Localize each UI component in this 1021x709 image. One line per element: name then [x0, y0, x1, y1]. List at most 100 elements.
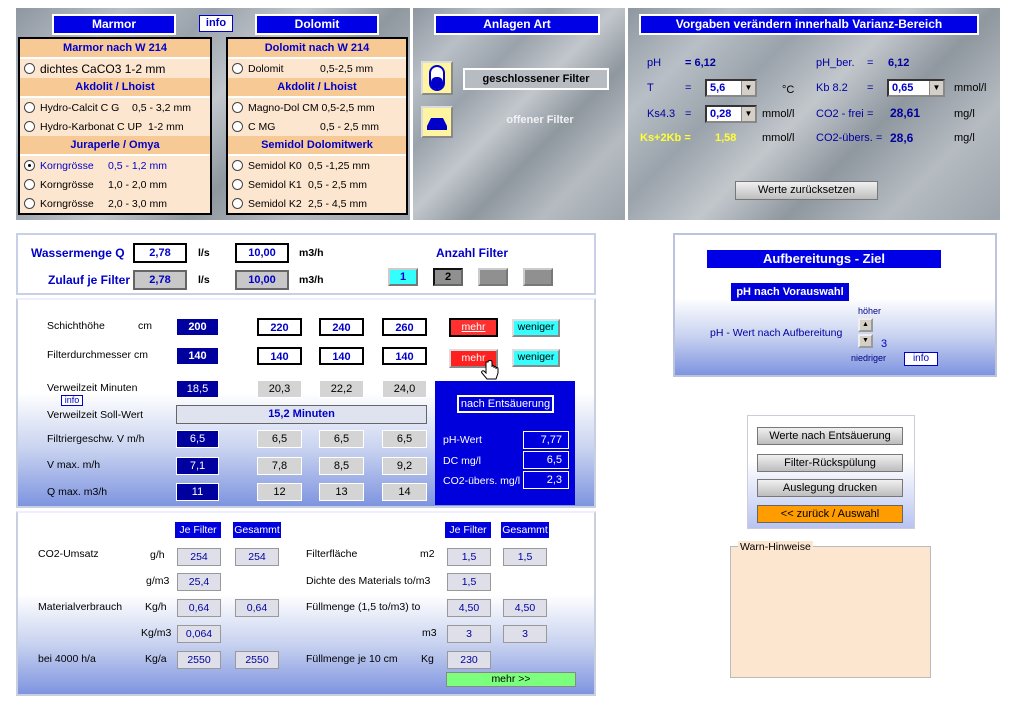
- wassermenge-label: Wassermenge Q: [31, 246, 125, 260]
- spin-up-icon[interactable]: ▲: [858, 318, 873, 332]
- radio-icon[interactable]: [24, 179, 35, 190]
- radio-icon[interactable]: [232, 198, 243, 209]
- co2ub-value: 28,6: [890, 131, 914, 145]
- fg-value-3: 6,5: [319, 430, 364, 448]
- sh-mehr-button[interactable]: mehr: [449, 318, 498, 337]
- m3-gesammt: 3: [503, 625, 547, 643]
- ks-eq: =: [685, 108, 692, 120]
- kskb-value: 1,58: [715, 132, 737, 144]
- qmax-label: Q max. m3/h: [47, 486, 108, 498]
- radio-icon[interactable]: [24, 102, 35, 113]
- akdolit-header-2: Akdolit / Lhoist: [228, 78, 406, 98]
- zurueck-auswahl-button[interactable]: << zurück / Auswahl: [757, 505, 903, 523]
- gm3-value: 25,4: [177, 573, 221, 591]
- juraperle-header: Juraperle / Omya: [20, 136, 210, 156]
- option-korngroesse-05[interactable]: Korngrösse 0,5 - 1,2 mm: [20, 156, 210, 175]
- co2umsatz-label: CO2-Umsatz: [38, 548, 99, 560]
- akdolit-header: Akdolit / Lhoist: [20, 78, 210, 98]
- dolomit-header: Dolomit nach W 214: [228, 39, 406, 59]
- wassermenge-m3h-field[interactable]: 10,00: [235, 243, 289, 263]
- radio-icon[interactable]: [232, 121, 243, 132]
- dropdown-arrow-icon[interactable]: ▼: [741, 107, 755, 121]
- durchmesser-label: Filterdurchmesser cm: [47, 349, 148, 361]
- co2frei-unit: mg/l: [954, 108, 975, 120]
- option-semidol-k1[interactable]: Semidol K1 0,5 - 2,5 mm: [228, 175, 406, 194]
- semidol-header: Semidol Dolomitwerk: [228, 136, 406, 156]
- anzahl-filter-label: Anzahl Filter: [436, 246, 509, 260]
- radio-icon[interactable]: [232, 102, 243, 113]
- warn-title: Warn-Hinweise: [738, 541, 813, 553]
- zulauf-label: Zulauf je Filter: [48, 273, 131, 287]
- filter-count-3[interactable]: [478, 268, 508, 286]
- niedriger-label: niedriger: [851, 353, 887, 363]
- option-semidol-k2[interactable]: Semidol K2 2,5 - 4,5 mm: [228, 194, 406, 213]
- cm-unit: cm: [138, 320, 152, 332]
- radio-icon[interactable]: [24, 63, 35, 74]
- warn-box: [730, 546, 931, 678]
- ziel-info-button[interactable]: info: [904, 352, 938, 366]
- tab-marmor[interactable]: Marmor: [52, 14, 176, 35]
- radio-selected-icon[interactable]: [24, 160, 35, 171]
- radio-icon[interactable]: [232, 160, 243, 171]
- bei-label: bei 4000 h/a: [38, 653, 96, 665]
- m3-unit: m3: [422, 627, 437, 639]
- kb-select[interactable]: 0,65 ▼: [887, 79, 945, 97]
- option-magno-dol[interactable]: Magno-Dol CM 0,5-2,5 mm: [228, 98, 406, 117]
- sh-value-1: 200: [176, 318, 219, 336]
- fd-weniger-button[interactable]: weniger: [512, 349, 560, 367]
- ls-unit: l/s: [198, 247, 210, 259]
- entsaeuerung-button[interactable]: nach Entsäuerung: [457, 395, 554, 413]
- open-filter-label[interactable]: offener Filter: [480, 114, 600, 126]
- vm-value-2: 7,8: [257, 457, 302, 475]
- auslegung-drucken-button[interactable]: Auslegung drucken: [757, 479, 903, 497]
- fu-je-filter: 4,50: [447, 599, 491, 617]
- info-tab[interactable]: info: [199, 15, 233, 32]
- ks-unit: mmol/l: [762, 108, 795, 120]
- ks-select[interactable]: 0,28 ▼: [705, 105, 757, 123]
- closed-filter-label[interactable]: geschlossener Filter: [463, 68, 609, 90]
- option-hydro-calcit[interactable]: Hydro-Calcit C G 0,5 - 3,2 mm: [20, 98, 210, 117]
- dropdown-arrow-icon[interactable]: ▼: [741, 81, 755, 95]
- option-dolomit[interactable]: Dolomit 0,5-2,5 mm: [228, 59, 406, 78]
- closed-filter-icon[interactable]: [421, 61, 453, 95]
- option-semidol-k0[interactable]: Semidol K0 0,5 -1,25 mm: [228, 156, 406, 175]
- radio-icon[interactable]: [232, 179, 243, 190]
- vz-value-4: 24,0: [382, 380, 427, 398]
- verweilzeit-info-button[interactable]: info: [61, 395, 83, 406]
- option-dichtes-caco3[interactable]: dichtes CaCO3 1-2 mm: [20, 59, 210, 78]
- m3h-unit-2: m3/h: [299, 274, 324, 286]
- filter-count-4[interactable]: [523, 268, 553, 286]
- filter-count-2[interactable]: 2: [433, 268, 463, 286]
- radio-icon[interactable]: [24, 198, 35, 209]
- gh-je-filter: 254: [177, 548, 221, 566]
- wassermenge-ls-field[interactable]: 2,78: [133, 243, 187, 263]
- t-eq: =: [685, 82, 692, 94]
- option-korngroesse-10[interactable]: Korngrösse 1,0 - 2,0 mm: [20, 175, 210, 194]
- gesammt-header-2: Gesammt: [501, 522, 549, 538]
- option-cmg[interactable]: C MG 0,5 - 2,5 mm: [228, 117, 406, 136]
- open-filter-icon[interactable]: [421, 106, 453, 138]
- option-korngroesse-20[interactable]: Korngrösse 2,0 - 3,0 mm: [20, 194, 210, 213]
- sh-weniger-button[interactable]: weniger: [512, 319, 560, 337]
- filter-rueckspuelung-button[interactable]: Filter-Rückspülung: [757, 454, 903, 472]
- tab-dolomit[interactable]: Dolomit: [255, 14, 379, 35]
- mehr-more-button[interactable]: mehr >>: [446, 672, 576, 687]
- fd-value-3: 140: [319, 347, 364, 365]
- ff-je-filter: 1,5: [447, 548, 491, 566]
- vz-value-1: 18,5: [176, 380, 219, 398]
- dropdown-arrow-icon[interactable]: ▼: [929, 81, 943, 95]
- option-hydro-karbonat[interactable]: Hydro-Karbonat C UP 1-2 mm: [20, 117, 210, 136]
- t-select[interactable]: 5,6 ▼: [705, 79, 757, 97]
- spin-down-icon[interactable]: ▼: [858, 334, 873, 348]
- werte-entsaeuerung-button[interactable]: Werte nach Entsäuerung: [757, 427, 903, 445]
- co2-label: CO2-übers. mg/l: [443, 475, 521, 487]
- radio-icon[interactable]: [24, 121, 35, 132]
- radio-icon[interactable]: [232, 63, 243, 74]
- reset-button[interactable]: Werte zurücksetzen: [735, 181, 878, 200]
- filter-count-1[interactable]: 1: [388, 268, 418, 286]
- kga-unit: Kg/a: [145, 653, 167, 665]
- fuell-label: Füllmenge (1,5 to/m3) to: [306, 601, 421, 613]
- marmor-header: Marmor nach W 214: [20, 39, 210, 59]
- fd-value-1: 140: [176, 347, 219, 365]
- ff-gesammt: 1,5: [503, 548, 547, 566]
